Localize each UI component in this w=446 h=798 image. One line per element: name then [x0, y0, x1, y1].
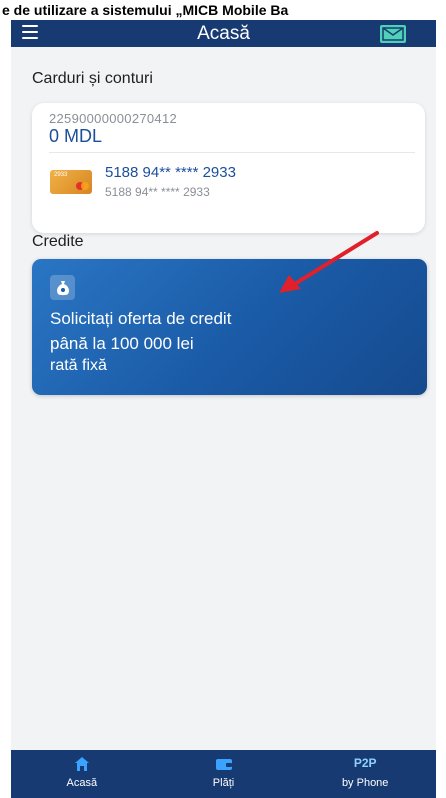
mastercard-icon: 2933 [50, 170, 92, 194]
tab-payments-label: Plăți [212, 777, 235, 789]
red-arrow-annotation [279, 231, 379, 293]
tab-p2p-label: by Phone [341, 777, 389, 789]
money-bag-icon [50, 275, 75, 300]
card-number[interactable]: 5188 94** **** 2933 [105, 164, 236, 181]
divider [49, 152, 415, 153]
app-bar: Acasă [11, 20, 436, 47]
tab-payments[interactable]: Plăți [153, 750, 295, 798]
document-caption: e de utilizare a sistemului „MICB Mobile… [0, 0, 446, 20]
home-icon [74, 757, 89, 771]
tab-home[interactable]: Acasă [11, 750, 153, 798]
bottom-tab-bar: Acasă Plăți P2P by Phone [11, 750, 436, 798]
tab-home-label: Acasă [66, 777, 98, 789]
envelope-icon[interactable] [380, 25, 406, 43]
card-thumb-number: 2933 [54, 172, 68, 178]
card-number-secondary: 5188 94** **** 2933 [105, 185, 210, 199]
cards-section-title: Carduri și conturi [32, 70, 153, 87]
screenshot: e de utilizare a sistemului „MICB Mobile… [0, 0, 446, 798]
app-screen: Acasă Carduri și conturi 225900000002704… [11, 20, 436, 798]
p2p-icon: P2P [353, 756, 377, 770]
banner-line-1: Solicitați oferta de credit [50, 309, 232, 328]
account-balance: 0 MDL [49, 126, 103, 146]
account-card[interactable]: 22590000000270412 0 MDL 2933 5188 94** *… [32, 103, 425, 233]
page-title: Acasă [197, 23, 250, 44]
account-number: 22590000000270412 [49, 111, 178, 126]
credits-section-title: Credite [32, 233, 84, 250]
banner-line-3: rată fixă [50, 357, 107, 374]
banner-line-2: până la 100 000 lei [50, 334, 194, 353]
tab-p2p[interactable]: P2P by Phone [294, 750, 436, 798]
wallet-icon [215, 759, 232, 770]
